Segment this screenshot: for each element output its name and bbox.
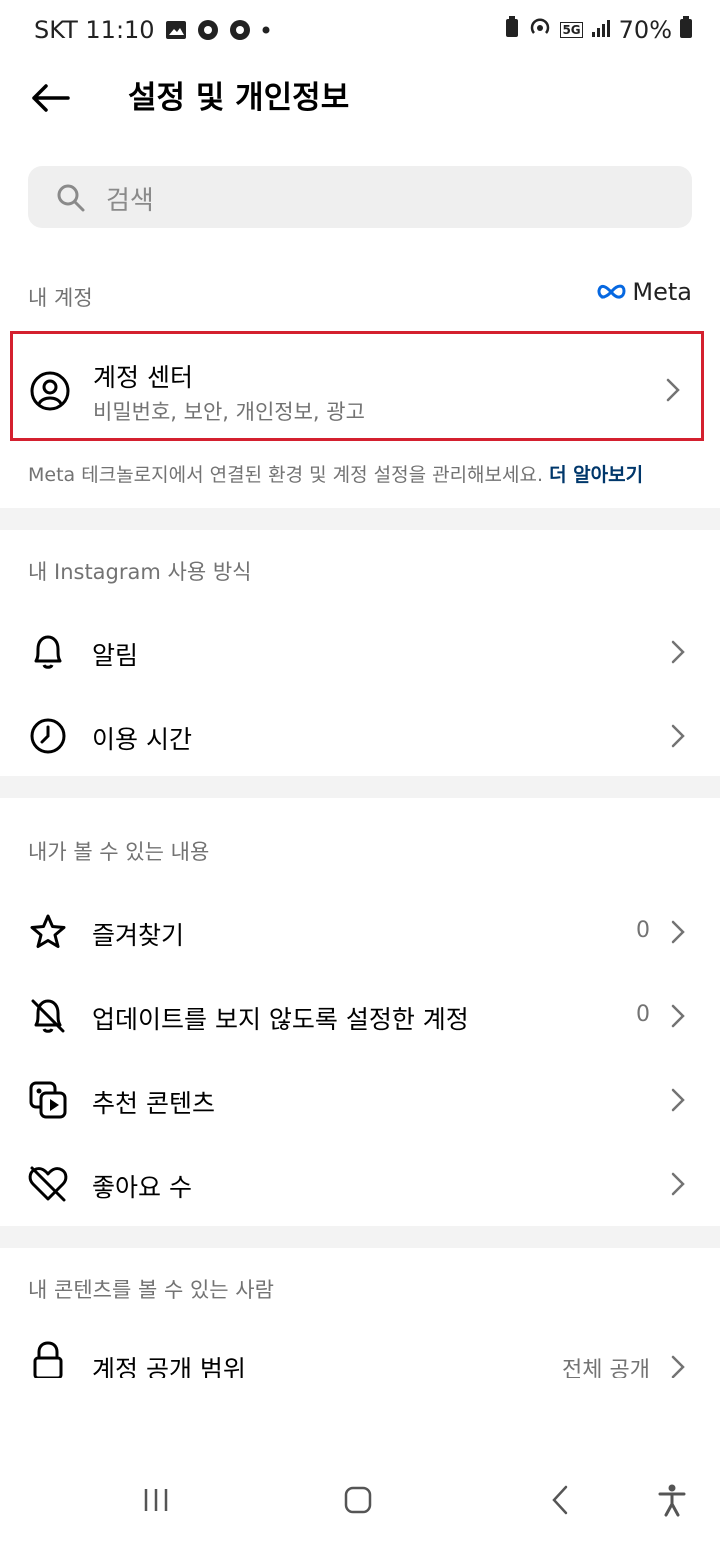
- network-type: 5G: [560, 22, 583, 38]
- system-nav-bar: [0, 1460, 720, 1544]
- accessibility-button[interactable]: [648, 1478, 696, 1526]
- row-label: 알림: [92, 641, 139, 670]
- battery-saver-icon: [504, 16, 520, 44]
- lock-icon: [28, 1340, 68, 1378]
- favorites-item[interactable]: 즐겨찾기 0: [0, 890, 720, 974]
- row-label: 계정 공개 범위: [92, 1355, 246, 1378]
- home-button[interactable]: [334, 1478, 382, 1526]
- row-label: 이용 시간: [92, 725, 192, 754]
- signal-icon: [591, 16, 611, 44]
- back-icon: [550, 1484, 570, 1520]
- meta-logo-text: Meta: [632, 278, 692, 306]
- account-center-title: 계정 센터: [93, 363, 193, 392]
- chrome-icon-2: [229, 19, 251, 41]
- hotspot-icon: [528, 16, 552, 44]
- like-count-item[interactable]: 좋아요 수: [0, 1142, 720, 1226]
- gallery-icon: [165, 20, 187, 40]
- row-label: 업데이트를 보지 않도록 설정한 계정: [92, 1005, 469, 1034]
- suggested-content-item[interactable]: 추천 콘텐츠: [0, 1058, 720, 1142]
- chevron-right-icon: [670, 1354, 686, 1378]
- chrome-icon: [197, 19, 219, 41]
- bell-icon: [28, 632, 68, 672]
- row-label: 추천 콘텐츠: [92, 1089, 215, 1118]
- account-center-note: Meta 테크놀로지에서 연결된 환경 및 계정 설정을 관리해보세요. 더 알…: [28, 460, 643, 487]
- search-bar[interactable]: 검색: [28, 166, 692, 228]
- muted-accounts-item[interactable]: 업데이트를 보지 않도록 설정한 계정 0: [0, 974, 720, 1058]
- chevron-right-icon: [670, 1087, 686, 1117]
- carrier-time: SKT 11:10: [34, 16, 155, 44]
- page-title: 설정 및 개인정보: [128, 80, 350, 116]
- star-icon: [28, 912, 68, 952]
- status-bar: SKT 11:10 5G 70%: [0, 0, 720, 64]
- chevron-right-icon: [670, 639, 686, 669]
- user-circle-icon: [29, 370, 71, 416]
- section-visible-content: 내가 볼 수 있는 내용: [28, 840, 210, 864]
- battery-level: 70%: [618, 16, 672, 44]
- bell-off-icon: [28, 996, 68, 1036]
- home-icon: [343, 1485, 373, 1519]
- arrow-left-icon: [30, 83, 70, 117]
- notifications-item[interactable]: 알림: [0, 610, 720, 694]
- chevron-right-icon: [665, 377, 681, 407]
- account-privacy-item[interactable]: 계정 공개 범위 전체 공개: [0, 1326, 720, 1378]
- accessibility-icon: [657, 1483, 687, 1521]
- recents-button[interactable]: [132, 1478, 180, 1526]
- recents-icon: [141, 1486, 171, 1518]
- chevron-right-icon: [670, 919, 686, 949]
- meta-logo: Meta: [596, 278, 692, 306]
- row-label: 좋아요 수: [92, 1173, 192, 1202]
- chevron-right-icon: [670, 1003, 686, 1033]
- row-label: 즐겨찾기: [92, 921, 185, 950]
- heart-off-icon: [28, 1164, 68, 1204]
- notification-dot-icon: [261, 25, 271, 35]
- nav-back-button[interactable]: [536, 1478, 584, 1526]
- search-icon: [56, 183, 86, 217]
- account-center-item[interactable]: 계정 센터 비밀번호, 보안, 개인정보, 광고: [10, 331, 704, 441]
- suggested-media-icon: [28, 1080, 68, 1120]
- learn-more-link[interactable]: 더 알아보기: [549, 464, 643, 486]
- section-divider: [0, 1226, 720, 1248]
- clock-icon: [28, 716, 68, 756]
- row-count: 0: [636, 918, 650, 943]
- battery-icon: [680, 16, 692, 44]
- note-text: Meta 테크놀로지에서 연결된 환경 및 계정 설정을 관리해보세요.: [28, 464, 544, 486]
- section-divider: [0, 776, 720, 798]
- section-divider: [0, 508, 720, 530]
- row-value: 전체 공개: [562, 1358, 650, 1378]
- section-usage: 내 Instagram 사용 방식: [28, 560, 252, 584]
- search-placeholder: 검색: [106, 186, 154, 216]
- row-count: 0: [636, 1002, 650, 1027]
- chevron-right-icon: [670, 723, 686, 753]
- section-my-account: 내 계정: [28, 286, 93, 310]
- section-who-sees: 내 콘텐츠를 볼 수 있는 사람: [28, 1278, 274, 1302]
- account-center-subtitle: 비밀번호, 보안, 개인정보, 광고: [93, 400, 365, 424]
- time-spent-item[interactable]: 이용 시간: [0, 694, 720, 778]
- meta-infinity-icon: [596, 278, 628, 306]
- chevron-right-icon: [670, 1171, 686, 1201]
- back-button[interactable]: [26, 76, 74, 124]
